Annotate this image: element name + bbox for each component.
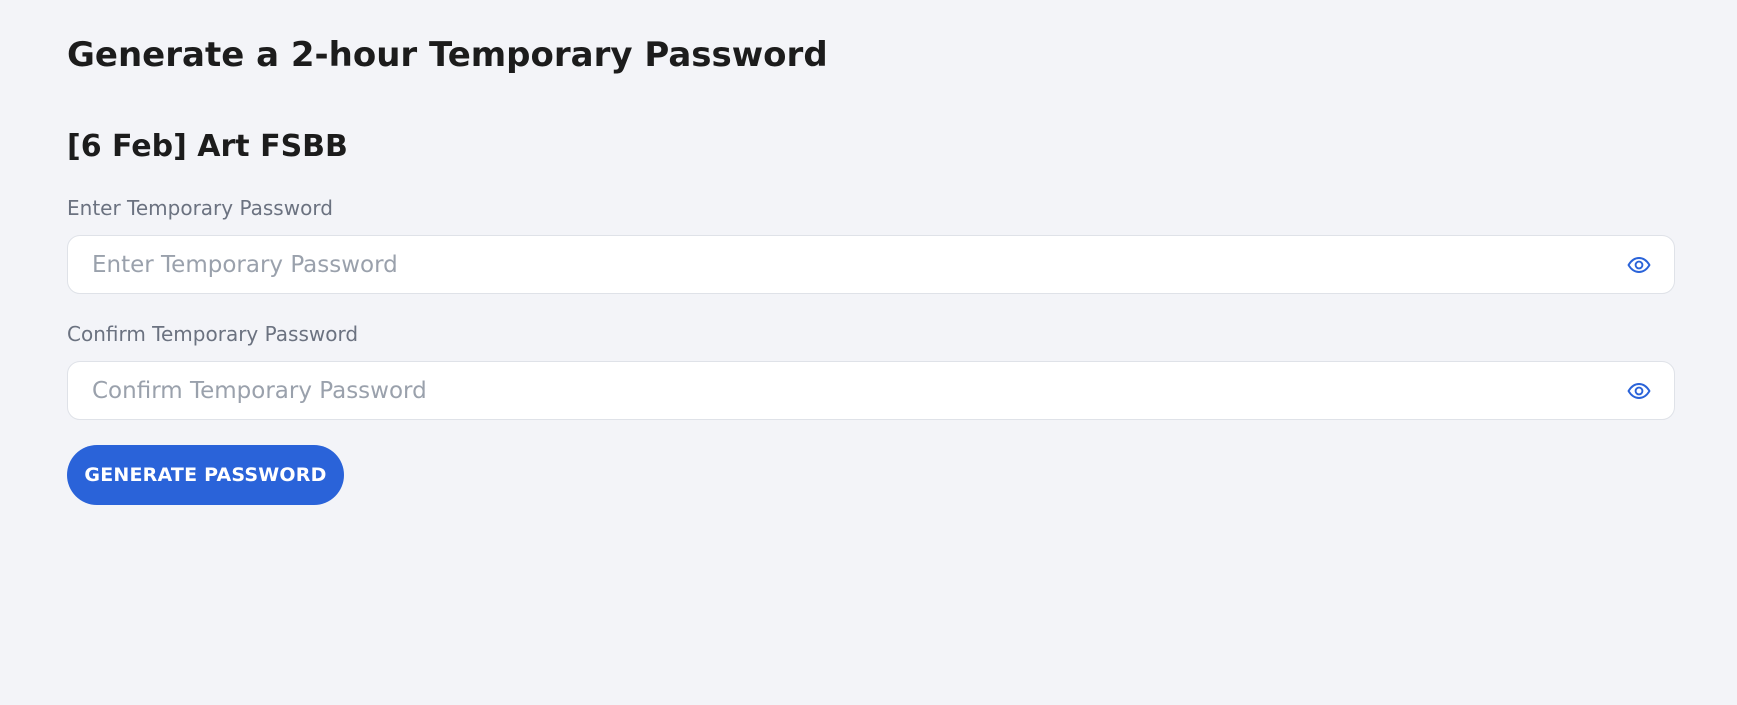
eye-icon [1627, 383, 1651, 399]
password-label: Enter Temporary Password [67, 196, 333, 220]
confirm-password-input[interactable] [92, 362, 1612, 419]
generate-password-button[interactable]: GENERATE PASSWORD [67, 445, 344, 505]
page-title: Generate a 2-hour Temporary Password [67, 35, 828, 75]
eye-icon [1627, 257, 1651, 273]
password-field [67, 235, 1675, 294]
password-input[interactable] [92, 236, 1612, 293]
section-title: [6 Feb] Art FSBB [67, 129, 348, 164]
confirm-password-label: Confirm Temporary Password [67, 322, 359, 346]
show-confirm-password-toggle[interactable] [1626, 379, 1652, 403]
confirm-password-field [67, 361, 1675, 420]
show-password-toggle[interactable] [1626, 253, 1652, 277]
